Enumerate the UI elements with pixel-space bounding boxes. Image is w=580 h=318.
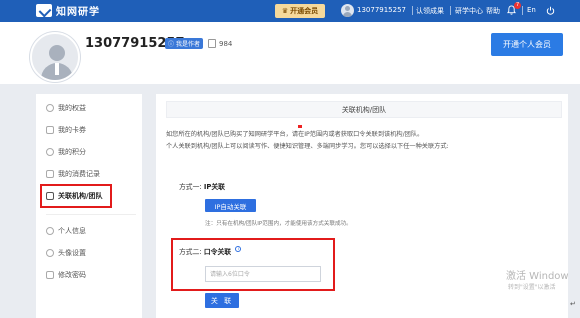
sidebar-item-label: 头像设置	[58, 249, 86, 257]
user-avatar-icon[interactable]	[341, 4, 354, 17]
divider	[46, 214, 136, 215]
sidebar-item-coupons[interactable]: 我的卡券	[46, 124, 86, 136]
crown-icon: ♛	[281, 7, 289, 15]
count-badge: 984	[208, 39, 232, 48]
document-icon	[208, 39, 216, 48]
author-tag[interactable]: ⓘ 我是作者	[165, 38, 204, 49]
count-value: 984	[219, 39, 233, 48]
ip-auto-link-button[interactable]: IP自动关联	[205, 199, 256, 212]
highlight-box	[40, 184, 112, 208]
divider	[522, 6, 523, 15]
panel-title: 关联机构/团队	[166, 101, 562, 118]
method-one-name: IP关联	[203, 183, 225, 191]
top-nav-bar: 知网研学 ♛ 开通会员 13077915257 认领成果 研学中心 帮助 7 E…	[0, 0, 580, 22]
vip-button[interactable]: ♛ 开通会员	[275, 4, 325, 18]
sidebar-item-consumption-records[interactable]: 我的消费记录	[46, 168, 100, 180]
activation-watermark: 激活 Window	[506, 271, 569, 282]
lock-icon	[46, 271, 54, 279]
verified-icon: ⓘ	[168, 41, 175, 48]
profile-header: 13077915257 ⓘ 我是作者 984 开通个人会员	[0, 22, 580, 84]
author-tag-label: 我是作者	[176, 41, 201, 48]
card-icon	[46, 126, 54, 134]
divider	[412, 6, 413, 15]
vip-label: 开通会员	[290, 7, 319, 15]
avatar-icon	[46, 249, 54, 257]
sidebar-item-personal-info[interactable]: 个人信息	[46, 225, 86, 237]
method-one-prefix: 方式一:	[179, 183, 202, 191]
description-line-1: 如您所在的机构/团队已购买了知网研学平台，请在IP范围内或者获取口令关联到该机构…	[166, 131, 424, 138]
sidebar-item-label: 我的消费记录	[58, 170, 100, 178]
link-button[interactable]: 关 联	[205, 293, 239, 308]
activation-watermark-hint: 转到"设置"以激活	[508, 284, 556, 291]
profile-avatar[interactable]	[30, 32, 80, 82]
shield-icon	[46, 104, 54, 112]
highlight-box	[171, 238, 335, 291]
logo-icon	[36, 4, 52, 17]
description-line-2: 个人关联到机构/团队上可以阅读写作、便捷知识管理、多端同步学习。您可以选择以下任…	[166, 143, 449, 150]
record-icon	[46, 170, 54, 178]
sidebar-item-label: 我的积分	[58, 148, 86, 156]
sidebar-item-avatar-settings[interactable]: 头像设置	[46, 247, 86, 259]
sidebar-item-label: 我的权益	[58, 104, 86, 112]
logo[interactable]: 知网研学	[36, 3, 100, 18]
return-icon: ↵	[570, 300, 576, 308]
points-icon	[46, 148, 54, 156]
sidebar-item-label: 修改密码	[58, 271, 86, 279]
sidebar-item-label: 个人信息	[58, 227, 86, 235]
notification-badge: 7	[514, 2, 522, 9]
sidebar-item-label: 我的卡券	[58, 126, 86, 134]
method-one-label: 方式一: IP关联	[179, 181, 225, 191]
user-icon	[46, 227, 54, 235]
sidebar-item-benefits[interactable]: 我的权益	[46, 102, 86, 114]
language-switch[interactable]: En	[527, 6, 536, 14]
study-center-link[interactable]: 研学中心	[455, 6, 483, 16]
sidebar-item-points[interactable]: 我的积分	[46, 146, 86, 158]
divider	[450, 6, 451, 15]
brand-name: 知网研学	[56, 7, 100, 18]
sidebar-item-change-password[interactable]: 修改密码	[46, 269, 86, 281]
help-link[interactable]: 帮助	[486, 6, 500, 16]
red-marker	[298, 125, 302, 128]
user-phone[interactable]: 13077915257	[357, 6, 406, 14]
open-personal-membership-button[interactable]: 开通个人会员	[491, 33, 563, 56]
claim-achievements-link[interactable]: 认领成果	[416, 6, 444, 16]
power-icon[interactable]	[546, 6, 555, 15]
ip-note: 注：只有在机构/团队IP范围内，才能使用该方式关联成功。	[205, 221, 352, 227]
